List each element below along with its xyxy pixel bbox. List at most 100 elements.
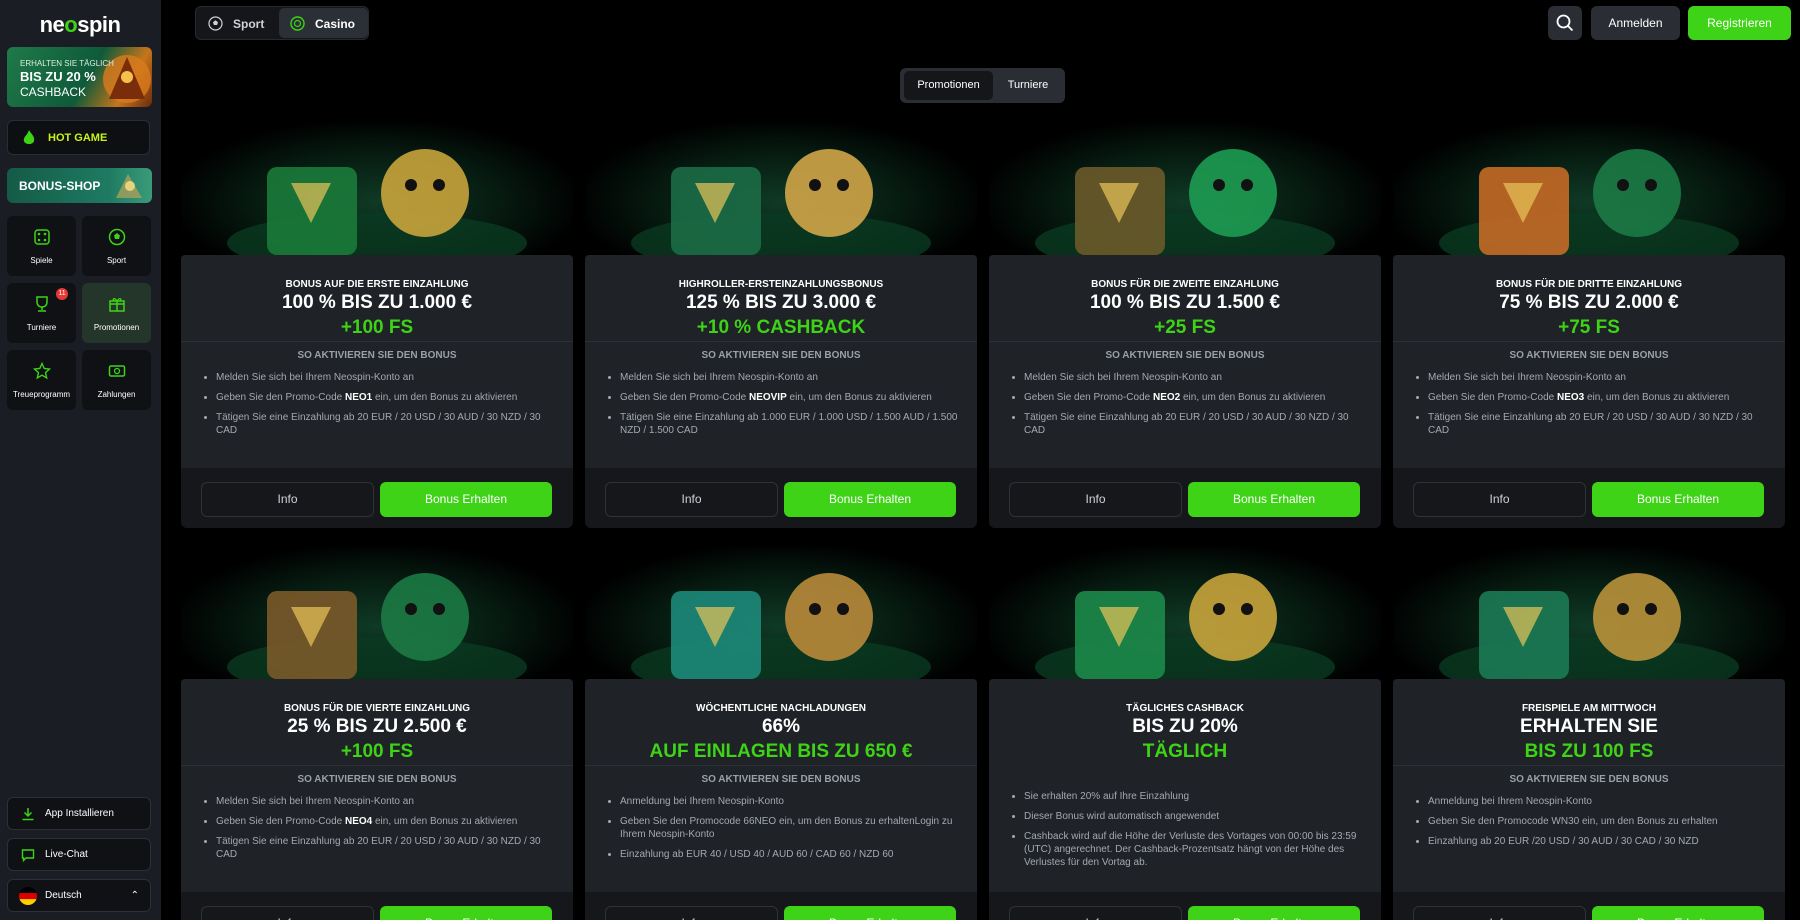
sidebar-item-label: Sport xyxy=(106,256,127,265)
step-text: Melden Sie sich bei Ihrem Neospin-Konto … xyxy=(1024,372,1222,383)
chat-icon xyxy=(21,849,35,862)
promo-step: Geben Sie den Promocode WN30 ein, um den… xyxy=(1416,815,1768,828)
promo-step: Tätigen Sie eine Einzahlung ab 20 EUR / … xyxy=(1012,411,1364,437)
money-icon xyxy=(108,365,125,377)
mascot-illustration-icon xyxy=(227,573,527,679)
promo-headline: 25 % BIS ZU 2.500 € xyxy=(287,716,467,737)
sidebar-item-spiele[interactable]: Spiele xyxy=(7,216,76,276)
info-button[interactable]: Info xyxy=(605,906,778,920)
german-flag-icon xyxy=(19,887,37,905)
app-install-label: App Installieren xyxy=(45,808,114,819)
app-install-button[interactable]: App Installieren xyxy=(7,797,151,830)
promotions-tabs: Promotionen Turniere xyxy=(900,68,1065,103)
promo-art xyxy=(1393,547,1785,679)
info-button[interactable]: Info xyxy=(201,482,374,517)
promo-code: NEO4 xyxy=(344,816,373,827)
tab-promotionen[interactable]: Promotionen xyxy=(904,71,993,100)
promo-step: Cashback wird auf die Höhe der Verluste … xyxy=(1012,830,1364,869)
get-bonus-button[interactable]: Bonus Erhalten xyxy=(1188,482,1360,517)
cashback-banner[interactable]: ERHALTEN SIE TÄGLICH BIS ZU 20 % CASHBAC… xyxy=(7,47,152,107)
step-text: Tätigen Sie eine Einzahlung ab 20 EUR / … xyxy=(1024,412,1349,436)
step-text: Melden Sie sich bei Ihrem Neospin-Konto … xyxy=(216,796,414,807)
promo-subtitle: BONUS FÜR DIE VIERTE EINZAHLUNG xyxy=(283,703,471,714)
promo-art xyxy=(181,123,573,255)
get-bonus-button[interactable]: Bonus Erhalten xyxy=(380,906,552,920)
step-text: Geben Sie den Promo-Code xyxy=(1428,392,1557,403)
get-bonus-button[interactable]: Bonus Erhalten xyxy=(784,906,956,920)
step-text: Geben Sie den Promo-Code xyxy=(1024,392,1153,403)
promo-step: Melden Sie sich bei Ihrem Neospin-Konto … xyxy=(1416,371,1768,384)
info-button[interactable]: Info xyxy=(201,906,374,920)
register-button[interactable]: Registrieren xyxy=(1688,6,1791,40)
get-bonus-button[interactable]: Bonus Erhalten xyxy=(784,482,956,517)
tab-turniere[interactable]: Turniere xyxy=(995,71,1061,100)
step-text: ein, um den Bonus zu aktivieren xyxy=(786,392,932,403)
cashback-line1: ERHALTEN SIE TÄGLICH xyxy=(20,59,114,68)
live-chat-label: Live-Chat xyxy=(45,849,88,860)
promo-code: NEOVIP xyxy=(748,392,787,403)
info-button[interactable]: Info xyxy=(1009,906,1182,920)
cashback-line2: BIS ZU 20 % xyxy=(20,69,96,84)
promo-card: BONUS FÜR DIE DRITTE EINZAHLUNG 75 % BIS… xyxy=(1393,123,1785,528)
search-icon xyxy=(1556,14,1574,32)
promo-subtitle: WÖCHENTLICHE NACHLADUNGEN xyxy=(696,703,866,714)
promo-step: Dieser Bonus wird automatisch angewendet xyxy=(1012,810,1364,823)
dragon-art-icon xyxy=(103,55,151,103)
get-bonus-button[interactable]: Bonus Erhalten xyxy=(1592,906,1764,920)
mascot-illustration-icon xyxy=(1439,573,1739,679)
promo-steps: Melden Sie sich bei Ihrem Neospin-Konto … xyxy=(204,795,556,868)
promo-step: Geben Sie den Promo-Code NEO2 ein, um de… xyxy=(1012,391,1364,404)
bonus-shop-label: BONUS-SHOP xyxy=(19,179,101,193)
bonus-shop-art-icon xyxy=(116,174,142,198)
sidebar-item-label: Zahlungen xyxy=(97,390,136,399)
get-bonus-button[interactable]: Bonus Erhalten xyxy=(1188,906,1360,920)
login-button[interactable]: Anmelden xyxy=(1591,6,1680,40)
promo-step: Anmeldung bei Ihrem Neospin-Konto xyxy=(608,795,960,808)
info-button[interactable]: Info xyxy=(1413,482,1586,517)
promo-headline: ERHALTEN SIE xyxy=(1520,716,1658,737)
search-button[interactable] xyxy=(1548,6,1582,40)
neospin-logo[interactable]: neospin xyxy=(34,12,126,37)
mascot-illustration-icon xyxy=(631,573,931,679)
sidebar: neospin ERHALTEN SIE TÄGLICH BIS ZU 20 %… xyxy=(0,0,161,920)
promo-step: Sie erhalten 20% auf Ihre Einzahlung xyxy=(1012,790,1364,803)
hot-game-button[interactable]: HOT GAME xyxy=(7,120,150,155)
tab-casino[interactable]: Casino xyxy=(279,8,368,38)
promo-subtitle: TÄGLICHES CASHBACK xyxy=(1126,703,1244,714)
activate-heading: SO AKTIVIEREN SIE DEN BONUS xyxy=(1509,350,1669,361)
mascot-illustration-icon xyxy=(1035,573,1335,679)
promo-headline: BIS ZU 20% xyxy=(1132,716,1238,737)
activate-heading: SO AKTIVIEREN SIE DEN BONUS xyxy=(1105,350,1265,361)
step-text: Tätigen Sie eine Einzahlung ab 20 EUR / … xyxy=(1428,412,1753,436)
info-button[interactable]: Info xyxy=(1413,906,1586,920)
sidebar-item-zahlungen[interactable]: Zahlungen xyxy=(82,350,151,410)
tab-sport[interactable]: Sport xyxy=(197,8,277,38)
step-text: Geben Sie den Promocode WN30 ein, um den… xyxy=(1428,816,1718,827)
promo-step: Geben Sie den Promo-Code NEO4 ein, um de… xyxy=(204,815,556,828)
promo-art xyxy=(181,547,573,679)
promo-steps: Sie erhalten 20% auf Ihre Einzahlung Dies… xyxy=(1012,790,1364,876)
promo-headline: 100 % BIS ZU 1.000 € xyxy=(281,292,473,313)
mascot-illustration-icon xyxy=(1035,149,1335,255)
live-chat-button[interactable]: Live-Chat xyxy=(7,838,151,871)
promo-steps: Anmeldung bei Ihrem Neospin-Konto Geben S… xyxy=(1416,795,1768,855)
promo-code: NEO2 xyxy=(1152,392,1181,403)
sidebar-item-label: Promotionen xyxy=(93,323,140,332)
promo-art xyxy=(989,547,1381,679)
info-button[interactable]: Info xyxy=(605,482,778,517)
get-bonus-button[interactable]: Bonus Erhalten xyxy=(1592,482,1764,517)
step-text: Geben Sie den Promocode 66NEO ein, um de… xyxy=(620,816,953,840)
language-selector[interactable]: Deutsch ⌃ xyxy=(7,879,151,912)
sidebar-item-sport[interactable]: Sport xyxy=(82,216,151,276)
sidebar-item-promotionen[interactable]: Promotionen xyxy=(82,283,151,343)
promo-headline: 75 % BIS ZU 2.000 € xyxy=(1499,292,1679,313)
promo-steps: Melden Sie sich bei Ihrem Neospin-Konto … xyxy=(1012,371,1364,444)
promo-steps: Anmeldung bei Ihrem Neospin-Konto Geben S… xyxy=(608,795,960,868)
promo-highlight: +75 FS xyxy=(1558,317,1620,338)
step-text: Einzahlung ab EUR 40 / USD 40 / AUD 60 /… xyxy=(620,849,894,860)
info-button[interactable]: Info xyxy=(1009,482,1182,517)
promo-step: Melden Sie sich bei Ihrem Neospin-Konto … xyxy=(1012,371,1364,384)
get-bonus-button[interactable]: Bonus Erhalten xyxy=(380,482,552,517)
bonus-shop-button[interactable]: BONUS-SHOP xyxy=(7,168,152,203)
sidebar-item-treueprogramm[interactable]: Treueprogramm xyxy=(7,350,76,410)
